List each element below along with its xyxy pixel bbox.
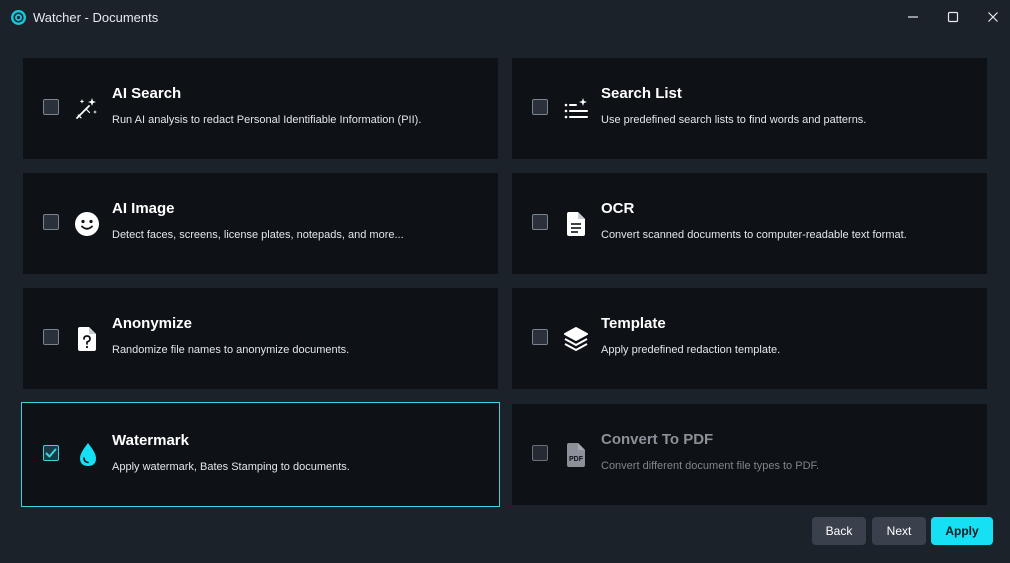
maximize-button[interactable] [941,6,965,28]
smiley-face-icon [73,210,101,238]
convert-to-pdf-checkbox[interactable] [532,445,548,461]
svg-text:PDF: PDF [569,456,584,463]
list-sparkle-icon [562,95,590,123]
option-description: Apply watermark, Bates Stamping to docum… [112,461,350,473]
option-title: AI Image [112,200,175,217]
app-window: Watcher - Documents AI Search Run AI ana… [0,0,1010,563]
option-card-convert-to-pdf[interactable]: PDF Convert To PDF Convert different doc… [512,404,987,505]
option-title: Watermark [112,432,189,449]
pdf-file-icon: PDF [562,441,590,469]
anonymize-checkbox[interactable] [43,329,59,345]
option-description: Apply predefined redaction template. [601,344,781,356]
option-title: OCR [601,200,635,217]
ai-image-checkbox[interactable] [43,214,59,230]
option-title: Anonymize [112,315,193,332]
template-checkbox[interactable] [532,329,548,345]
option-title: AI Search [112,85,182,102]
document-question-icon [73,325,101,353]
search-list-checkbox[interactable] [532,99,548,115]
layers-icon [562,325,590,353]
close-icon [988,12,998,22]
title-bar: Watcher - Documents [0,0,1010,36]
option-title: Convert To PDF [601,431,714,448]
option-card-ocr[interactable]: OCR Convert scanned documents to compute… [512,173,987,274]
document-text-icon [562,210,590,238]
option-description: Run AI analysis to redact Personal Ident… [112,114,422,126]
option-description: Convert different document file types to… [601,460,820,472]
option-card-ai-search[interactable]: AI Search Run AI analysis to redact Pers… [23,58,498,159]
option-description: Use predefined search lists to find word… [601,114,867,126]
close-button[interactable] [981,6,1005,28]
checkmark-icon [45,448,57,458]
watermark-checkbox[interactable] [43,445,59,461]
water-drop-icon [74,441,102,469]
apply-button[interactable]: Apply [931,517,993,545]
window-title: Watcher - Documents [33,10,159,25]
ai-search-checkbox[interactable] [43,99,59,115]
option-description: Detect faces, screens, license plates, n… [112,229,404,241]
back-button[interactable]: Back [812,517,866,545]
minimize-icon [908,16,918,18]
ocr-checkbox[interactable] [532,214,548,230]
option-title: Search List [601,85,682,102]
option-card-anonymize[interactable]: Anonymize Randomize file names to anonym… [23,288,498,389]
option-title: Template [601,315,666,332]
next-button[interactable]: Next [872,517,926,545]
option-card-watermark[interactable]: Watermark Apply watermark, Bates Stampin… [21,402,500,507]
option-card-search-list[interactable]: Search List Use predefined search lists … [512,58,987,159]
app-logo-icon [11,10,26,25]
option-card-template[interactable]: Template Apply predefined redaction temp… [512,288,987,389]
option-description: Randomize file names to anonymize docume… [112,344,350,356]
option-card-ai-image[interactable]: AI Image Detect faces, screens, license … [23,173,498,274]
maximize-icon [947,11,959,23]
minimize-button[interactable] [901,6,925,28]
magic-wand-icon [73,95,101,123]
option-description: Convert scanned documents to computer-re… [601,229,907,241]
